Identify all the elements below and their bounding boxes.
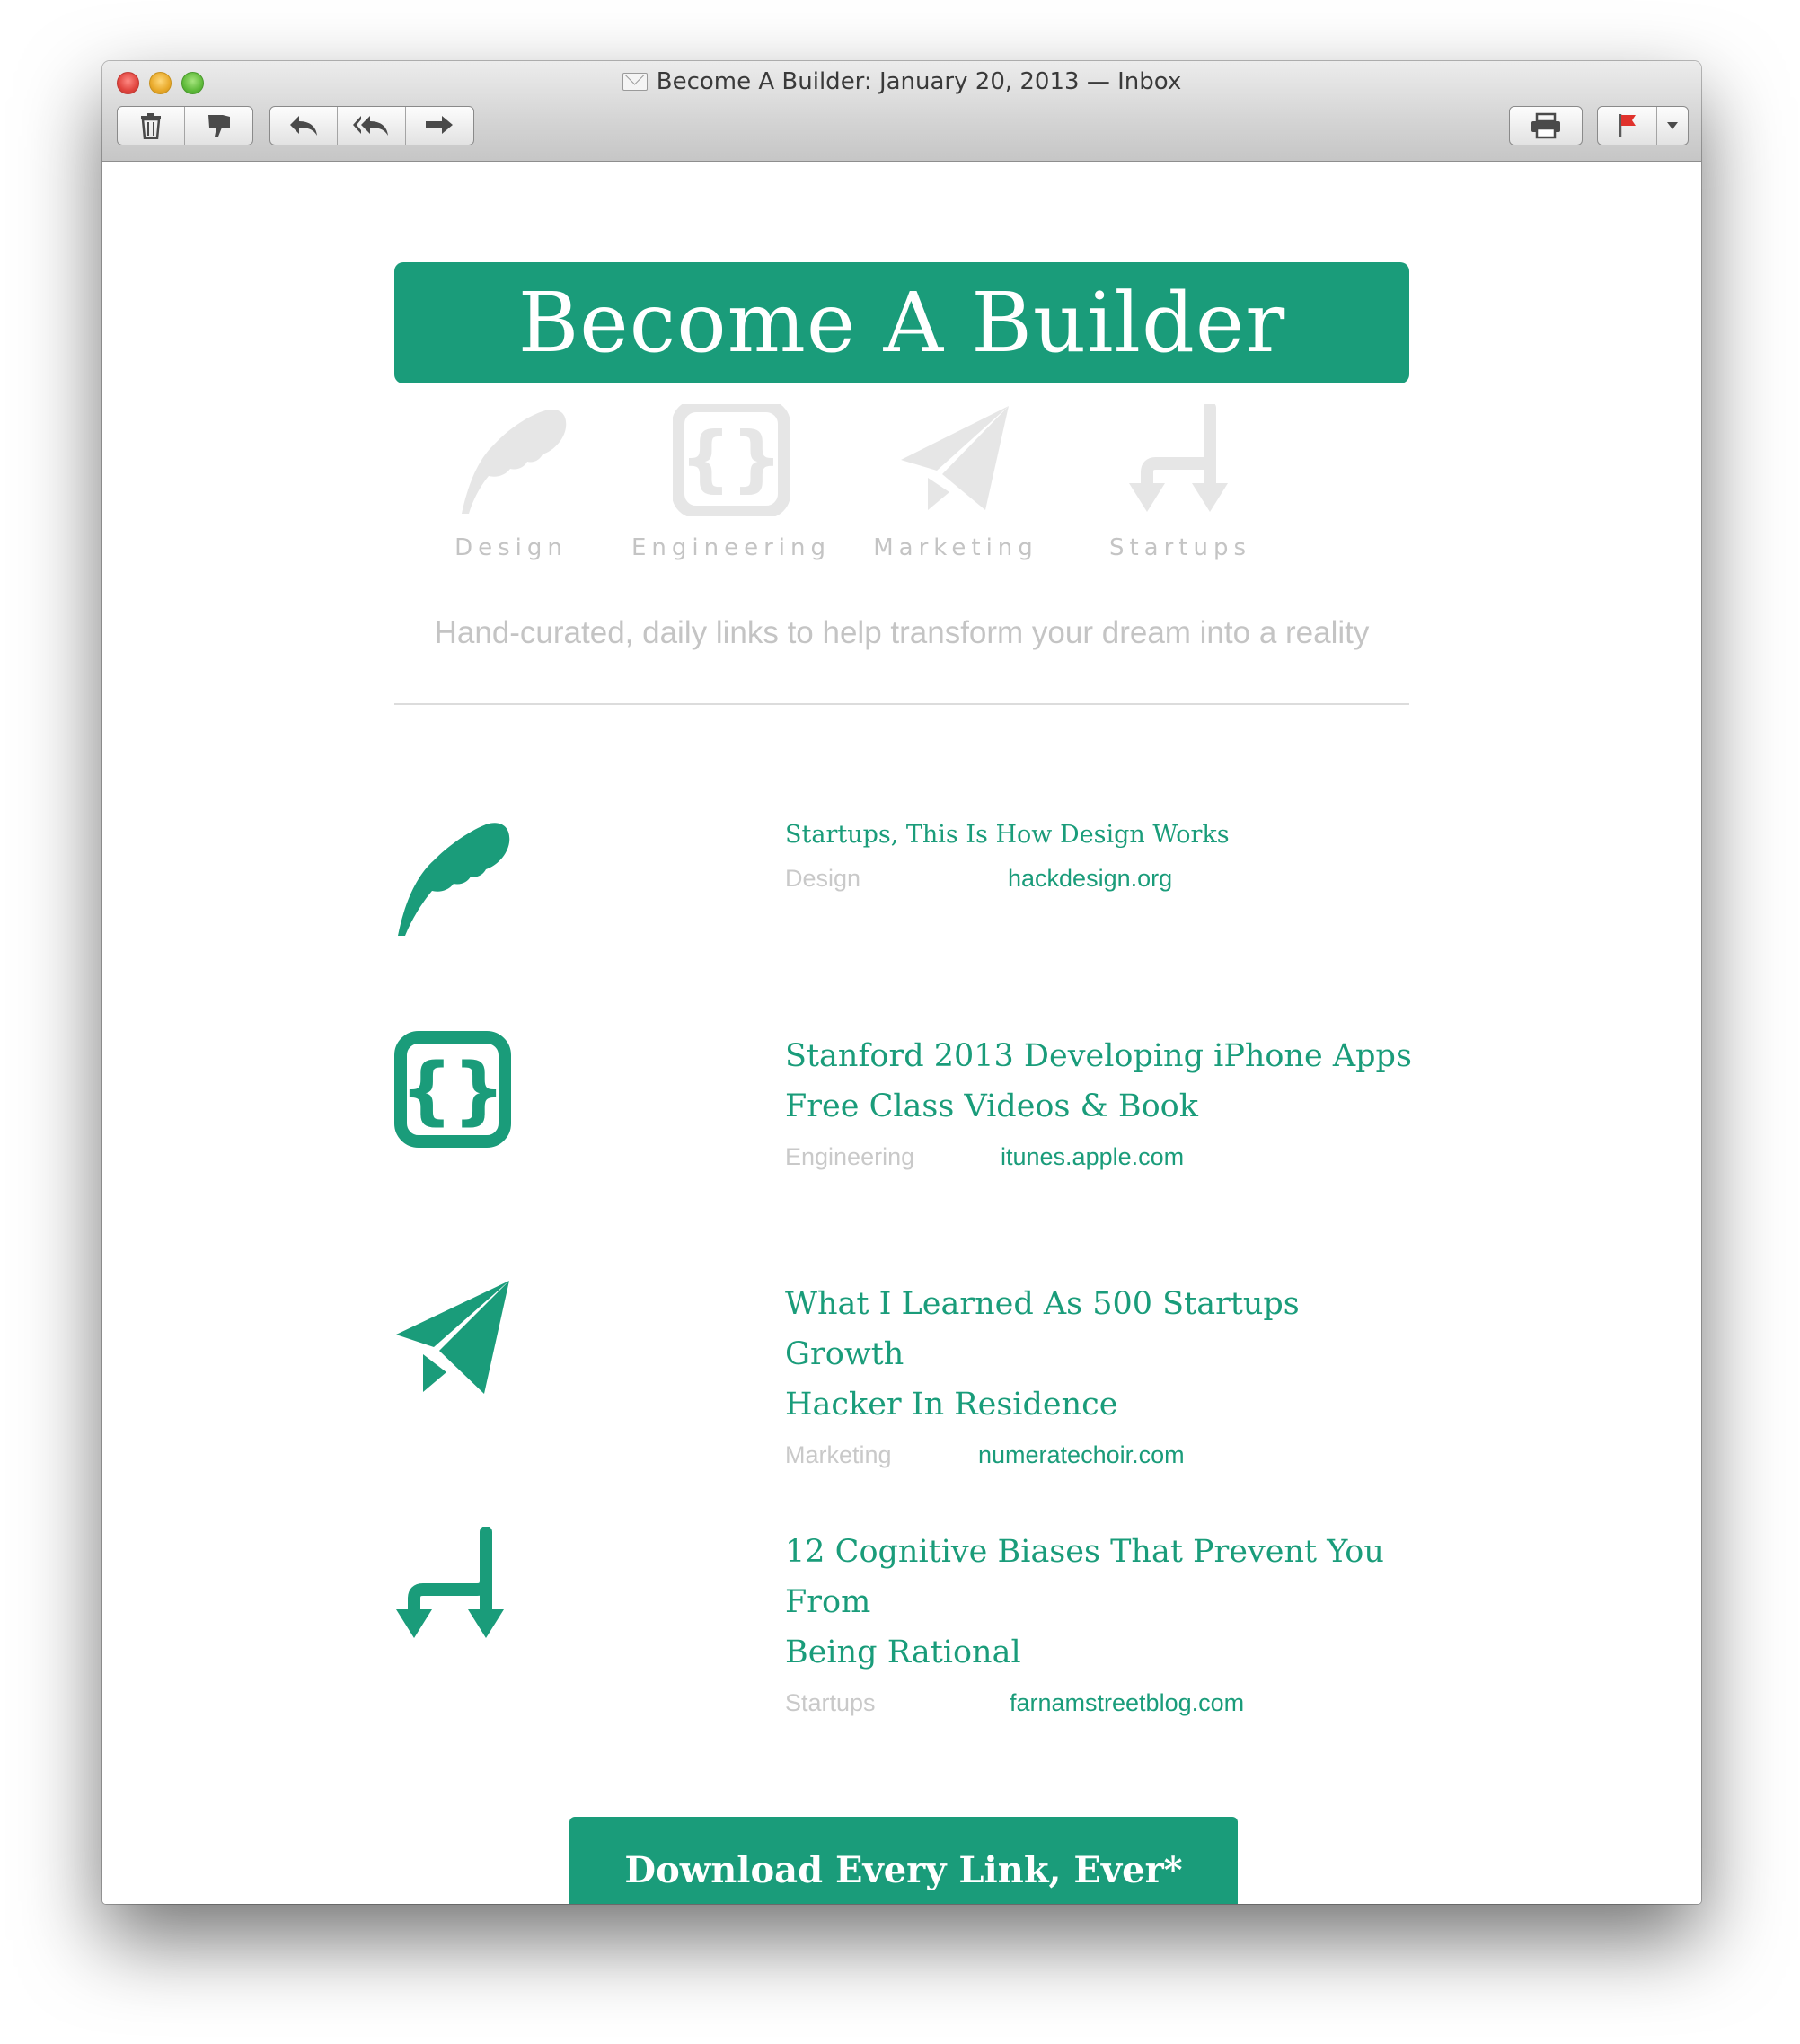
download-all-button[interactable]: Download Every Link, Ever* [569, 1817, 1238, 1904]
link-category: Startups [785, 1689, 876, 1716]
link-title-line: 12 Cognitive Biases That Prevent You Fro… [785, 1534, 1384, 1620]
braces-icon: {} [394, 1031, 511, 1148]
print-group [1509, 106, 1583, 145]
reply-all-icon [352, 116, 388, 136]
delete-junk-group [117, 106, 253, 145]
link-meta: Startups farnamstreetblog.com [785, 1685, 1414, 1721]
link-text: Startups, This Is How Design Works Desig… [785, 817, 1414, 896]
link-category: Engineering [785, 1143, 915, 1170]
link-category: Marketing [785, 1441, 892, 1468]
reply-all-button[interactable] [338, 107, 406, 145]
chevron-down-icon [1667, 122, 1678, 129]
link-text: 12 Cognitive Biases That Prevent You Fro… [785, 1527, 1414, 1721]
category-strip: Design {} Engineering Marketing Startups [394, 404, 1409, 584]
link-title[interactable]: What I Learned As 500 Startups Growth Ha… [785, 1279, 1414, 1430]
reply-icon [290, 116, 318, 136]
link-title-line: Hacker In Residence [785, 1387, 1118, 1423]
link-title[interactable]: Stanford 2013 Developing iPhone Apps Fre… [785, 1031, 1414, 1132]
print-button[interactable] [1510, 107, 1582, 145]
tagline: Hand-curated, daily links to help transf… [434, 615, 1370, 650]
link-text: Stanford 2013 Developing iPhone Apps Fre… [785, 1031, 1414, 1175]
newsletter-header: Become A Builder [394, 262, 1409, 383]
printer-icon [1531, 112, 1560, 139]
category-marketing[interactable]: Marketing [843, 404, 1068, 561]
flag-icon [1619, 114, 1636, 137]
category-label: Design [454, 534, 568, 561]
link-url[interactable]: hackdesign.org [1008, 860, 1172, 896]
flag-button[interactable] [1598, 107, 1657, 145]
braces-icon: {} [673, 404, 790, 516]
reply-group [269, 106, 474, 145]
title-bar: Become A Builder: January 20, 2013 — Inb… [102, 61, 1701, 162]
svg-text:{}: {} [401, 1048, 506, 1133]
flag-group [1597, 106, 1689, 145]
link-meta: Marketing numeratechoir.com [785, 1437, 1414, 1473]
link-text: What I Learned As 500 Startups Growth Ha… [785, 1279, 1414, 1473]
paper-plane-icon [901, 406, 1009, 510]
envelope-icon [622, 73, 648, 91]
fork-arrows-icon [1129, 404, 1228, 512]
link-url[interactable]: farnamstreetblog.com [1010, 1685, 1244, 1721]
paper-plane-icon [396, 1281, 509, 1394]
forward-icon [426, 116, 454, 134]
feather-icon [398, 823, 510, 936]
window-title-text: Become A Builder: January 20, 2013 — Inb… [656, 68, 1182, 95]
link-url[interactable]: itunes.apple.com [1001, 1139, 1184, 1175]
category-startups[interactable]: Startups [1068, 404, 1293, 561]
junk-button[interactable] [185, 107, 252, 145]
mail-window: Become A Builder: January 20, 2013 — Inb… [102, 61, 1701, 1904]
link-meta: Design hackdesign.org [785, 860, 1414, 896]
trash-icon [141, 113, 161, 139]
delete-button[interactable] [118, 107, 185, 145]
category-label: Engineering [631, 534, 831, 561]
feather-icon [462, 410, 567, 514]
category-engineering[interactable]: {} Engineering [619, 404, 843, 561]
email-column: Become A Builder Design {} Engineering M… [394, 162, 1412, 1904]
fork-arrows-icon [396, 1527, 504, 1638]
flag-menu-button[interactable] [1657, 107, 1688, 145]
divider [394, 703, 1409, 705]
link-category: Design [785, 865, 861, 892]
link-url[interactable]: numeratechoir.com [978, 1437, 1185, 1473]
link-title-line: Being Rational [785, 1634, 1021, 1670]
link-title-line: Stanford 2013 Developing iPhone Apps [785, 1038, 1412, 1074]
window-title: Become A Builder: January 20, 2013 — Inb… [102, 68, 1701, 95]
category-design[interactable]: Design [399, 404, 623, 561]
category-label: Marketing [873, 534, 1038, 561]
link-title[interactable]: 12 Cognitive Biases That Prevent You Fro… [785, 1527, 1414, 1678]
thumbs-down-icon [207, 115, 230, 137]
link-title-line: Free Class Videos & Book [785, 1088, 1198, 1124]
svg-text:{}: {} [680, 417, 782, 500]
link-title-line: What I Learned As 500 Startups Growth [785, 1286, 1300, 1372]
link-meta: Engineering itunes.apple.com [785, 1139, 1414, 1175]
forward-button[interactable] [406, 107, 473, 145]
reply-button[interactable] [270, 107, 339, 145]
category-label: Startups [1108, 534, 1252, 561]
link-title[interactable]: Startups, This Is How Design Works [785, 817, 1414, 853]
message-body: Become A Builder Design {} Engineering M… [102, 162, 1701, 1904]
